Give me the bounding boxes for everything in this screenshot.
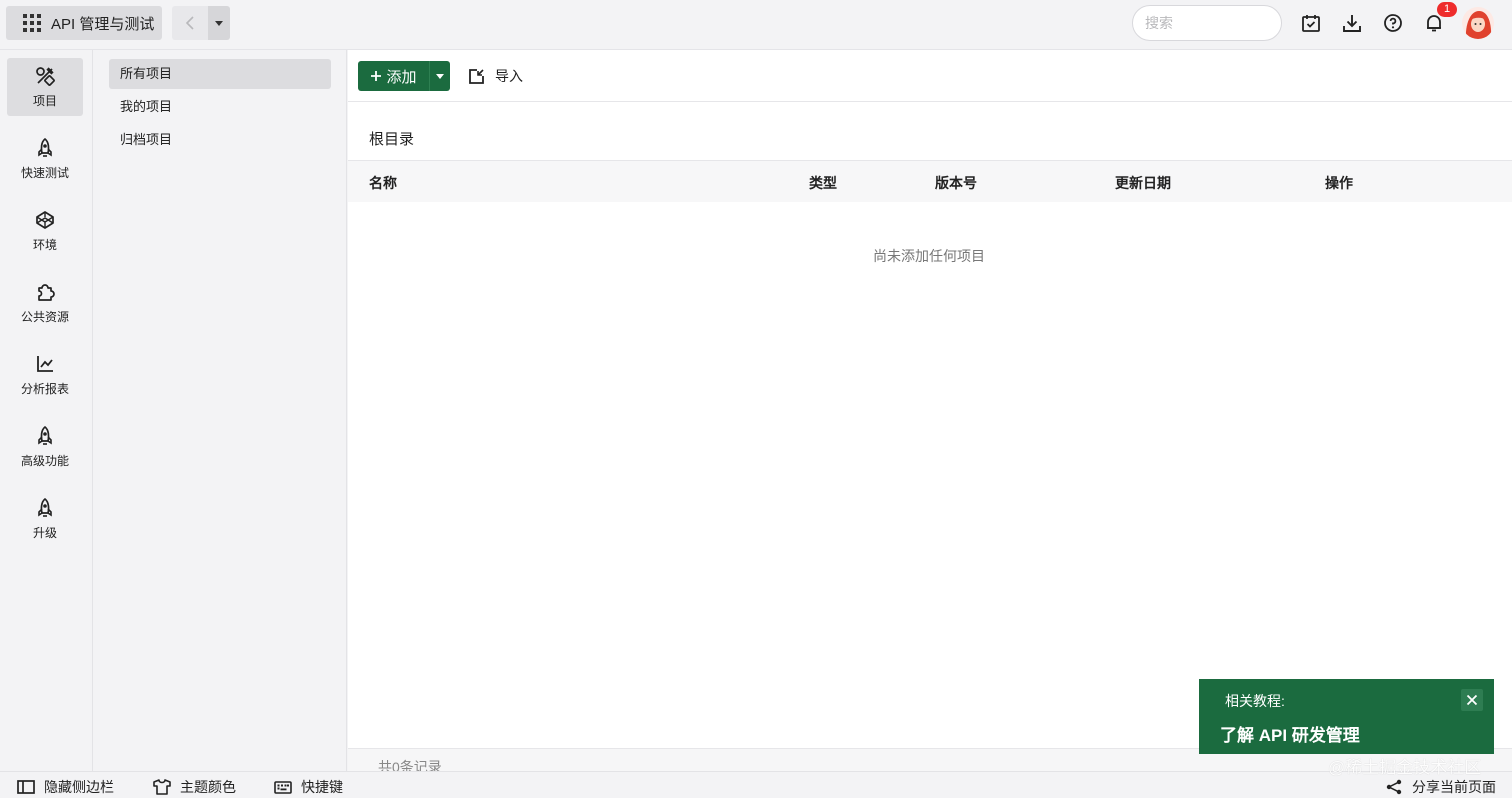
back-button[interactable] [172,6,208,40]
project-filter-nav: 所有项目 我的项目 归档项目 [94,50,347,771]
puzzle-icon [38,284,55,301]
sidebar-toggle-icon [17,780,35,794]
tutorial-link[interactable]: 了解 API 研发管理 [1220,721,1360,746]
shirt-icon [153,779,171,795]
sidebar-item-label: 项目 [32,94,57,108]
hide-sidebar-label: 隐藏侧边栏 [44,779,114,795]
share-icon [1386,779,1402,795]
watermark: @稀土掘金技术社区 [1328,758,1482,777]
column-header-name: 名称 [369,175,397,191]
column-header-version: 版本号 [935,175,977,191]
subnav-item-archived-projects[interactable]: 归档项目 [109,125,331,155]
search-input[interactable] [1132,5,1282,41]
add-button-label: 添加 [386,68,417,86]
project-icon [36,67,55,86]
tutorial-popup: 相关教程: 了解 API 研发管理 [1199,679,1494,754]
theme-color-label: 主题颜色 [180,779,236,795]
main-content: 添加 导入 根目录 名称 类型 版本号 更新日期 操作 尚未添加任何项目 共0条… [348,50,1512,775]
caret-down-icon [215,20,223,26]
add-dropdown-button[interactable] [430,61,450,91]
app-switcher-button[interactable]: API 管理与测试 [6,6,162,40]
bottom-status-bar: 隐藏侧边栏 主题颜色 快捷键 分享当前页面 [0,771,1512,798]
sidebar-item-projects[interactable]: 项目 [7,58,83,116]
rocket-icon [38,137,52,157]
apps-grid-icon [23,14,41,32]
top-bar: API 管理与测试 1 [0,0,1512,50]
empty-state-message: 尚未添加任何项目 [873,248,985,264]
share-page-button[interactable]: 分享当前页面 [1385,777,1496,797]
calendar-check-button[interactable] [1300,12,1322,34]
plus-icon [371,71,382,81]
subnav-item-all-projects[interactable]: 所有项目 [109,59,331,89]
download-icon [1343,15,1361,32]
help-button[interactable] [1382,12,1404,34]
column-header-updated-date: 更新日期 [1115,175,1171,191]
notification-badge: 1 [1437,2,1457,17]
import-button[interactable]: 导入 [468,63,523,89]
hide-sidebar-button[interactable]: 隐藏侧边栏 [17,777,114,797]
chart-line-icon [37,356,53,372]
app-title: API 管理与测试 [51,15,155,33]
history-dropdown-button[interactable] [208,6,230,40]
help-circle-icon [1384,14,1402,32]
avatar[interactable] [1462,7,1494,39]
theme-color-button[interactable]: 主题颜色 [153,777,236,797]
sidebar-item-label: 快速测试 [20,166,69,180]
import-button-label: 导入 [495,68,523,84]
breadcrumb[interactable]: 根目录 [369,128,414,149]
import-icon [469,68,484,84]
sidebar-item-label: 高级功能 [20,454,69,468]
subnav-item-my-projects[interactable]: 我的项目 [109,92,331,122]
shortcuts-button[interactable]: 快捷键 [274,777,343,797]
sidebar-item-label: 公共资源 [20,310,69,324]
primary-sidebar: 项目 快速测试 环境 公共资源 分析报表 高级功能 升级 [0,50,93,771]
column-header-actions: 操作 [1325,175,1353,191]
toolbar: 添加 导入 [348,50,1512,102]
rocket-icon [38,425,52,445]
sidebar-item-upgrade[interactable]: 升级 [7,490,83,548]
codepen-icon [36,211,54,229]
sidebar-item-label: 升级 [32,526,57,540]
add-button[interactable]: 添加 [358,61,430,91]
sidebar-item-label: 分析报表 [20,382,69,396]
tutorial-close-button[interactable] [1461,689,1483,711]
add-button-group: 添加 [358,61,450,91]
close-icon [1466,694,1478,706]
sidebar-item-environment[interactable]: 环境 [7,202,83,260]
column-header-type: 类型 [809,175,837,191]
user-avatar-icon [1462,7,1494,39]
table-header: 名称 类型 版本号 更新日期 操作 [348,160,1512,202]
keyboard-icon [274,781,292,794]
rocket-icon [38,497,52,517]
sidebar-item-quick-test[interactable]: 快速测试 [7,130,83,188]
caret-down-icon [436,73,444,79]
share-page-label: 分享当前页面 [1412,779,1496,795]
calendar-check-icon [1302,15,1320,32]
shortcuts-label: 快捷键 [301,779,343,795]
download-button[interactable] [1341,12,1363,34]
sidebar-item-analytics[interactable]: 分析报表 [7,346,83,404]
sidebar-item-label: 环境 [32,238,57,252]
chevron-left-icon [185,16,194,30]
tutorial-label: 相关教程: [1225,693,1285,709]
sidebar-item-advanced[interactable]: 高级功能 [7,418,83,476]
sidebar-item-shared-resources[interactable]: 公共资源 [7,274,83,332]
